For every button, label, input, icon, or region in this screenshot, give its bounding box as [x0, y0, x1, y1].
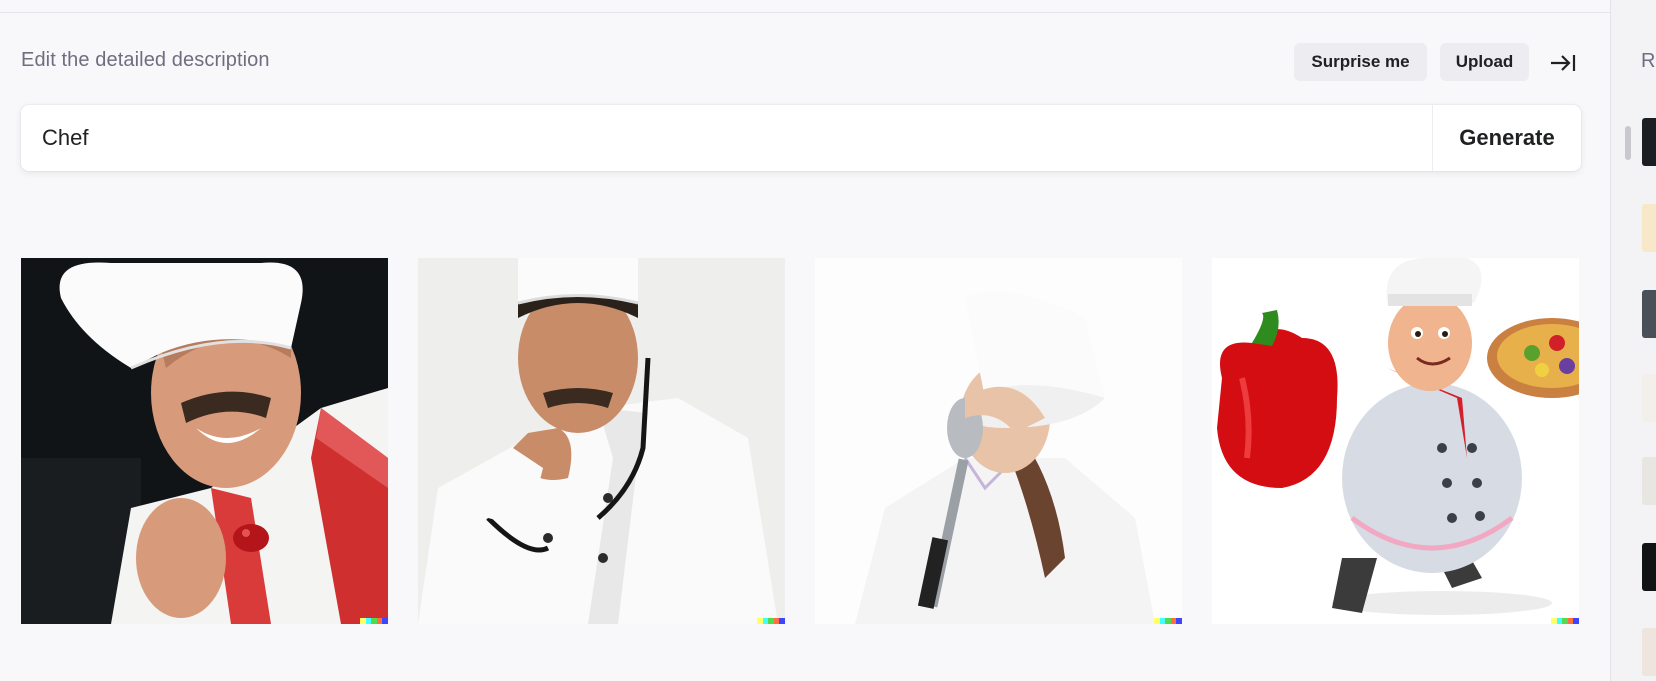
history-thumbnail[interactable]	[1642, 457, 1656, 505]
signature-swatch	[779, 618, 785, 624]
image-signature	[1551, 618, 1579, 624]
sidebar-title: R	[1641, 50, 1656, 72]
signature-swatch	[1573, 618, 1579, 624]
result-image-1[interactable]	[21, 258, 388, 624]
signature-swatch	[1176, 618, 1182, 624]
signature-swatch	[382, 618, 388, 624]
history-thumbnail[interactable]	[1642, 290, 1656, 338]
history-thumbnail[interactable]	[1642, 118, 1656, 166]
history-thumbnail[interactable]	[1642, 543, 1656, 591]
image-signature	[360, 618, 388, 624]
prompt-bar: Generate	[21, 105, 1581, 171]
result-image-3[interactable]	[815, 258, 1182, 624]
sidebar-scrollbar[interactable]	[1625, 126, 1631, 160]
image-signature	[1154, 618, 1182, 624]
history-thumbnail[interactable]	[1642, 374, 1656, 422]
prompt-input[interactable]	[21, 105, 1432, 171]
collapse-right-icon[interactable]	[1546, 47, 1580, 79]
surprise-me-button[interactable]: Surprise me	[1294, 43, 1427, 81]
image-signature	[757, 618, 785, 624]
page-title: Edit the detailed description	[21, 49, 270, 71]
generate-button[interactable]: Generate	[1433, 105, 1581, 171]
result-image-2[interactable]	[418, 258, 785, 624]
history-thumbnail[interactable]	[1642, 628, 1656, 676]
result-image-4[interactable]	[1212, 258, 1579, 624]
history-sidebar: R	[1610, 0, 1656, 681]
upload-button[interactable]: Upload	[1440, 43, 1529, 81]
history-thumbnail[interactable]	[1642, 204, 1656, 252]
